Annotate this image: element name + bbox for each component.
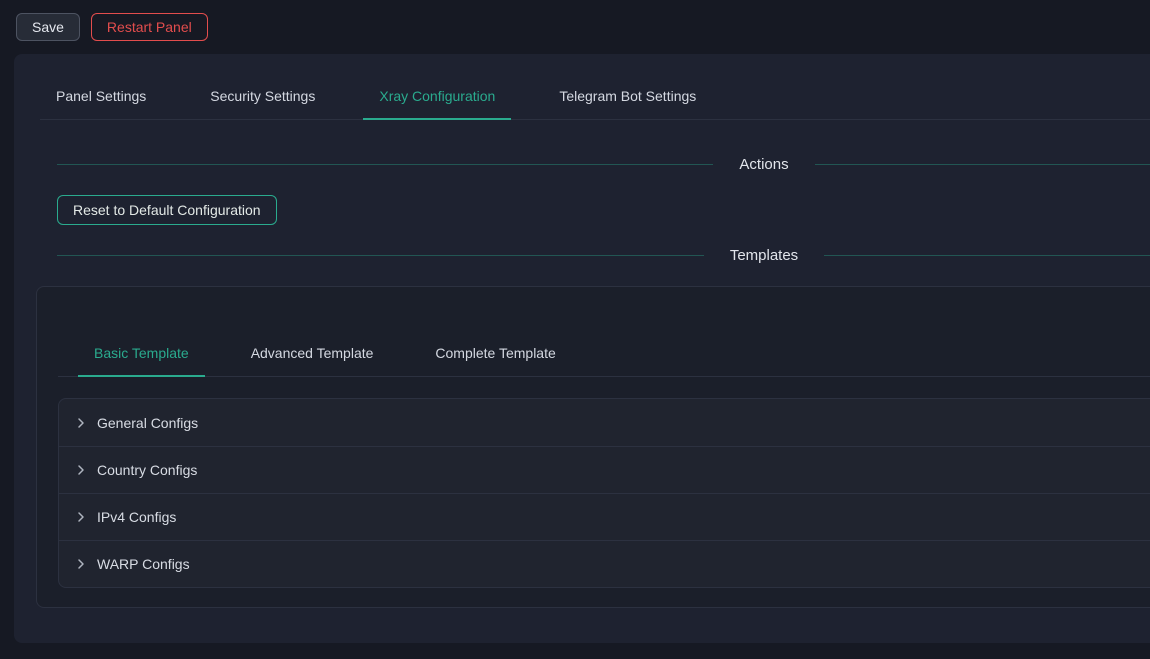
chevron-right-icon [75,417,87,429]
collapse-label: General Configs [97,415,198,431]
chevron-right-icon [75,511,87,523]
topbar: Save Restart Panel [0,0,1150,54]
templates-card: Basic Template Advanced Template Complet… [36,286,1150,608]
settings-card: Panel Settings Security Settings Xray Co… [14,54,1150,643]
actions-divider: Actions [57,156,1150,173]
collapse-label: Country Configs [97,462,197,478]
collapse-general-configs[interactable]: General Configs [59,399,1150,446]
template-tabs: Basic Template Advanced Template Complet… [58,333,1150,377]
main-tabs: Panel Settings Security Settings Xray Co… [40,76,1150,120]
configs-collapse: General Configs Country Configs IPv4 Con… [58,398,1150,588]
collapse-warp-configs[interactable]: WARP Configs [59,540,1150,587]
xray-configuration-panel: Actions Reset to Default Configuration T… [57,120,1150,608]
chevron-right-icon [75,464,87,476]
tab-telegram-bot-settings[interactable]: Telegram Bot Settings [543,76,712,119]
collapse-label: IPv4 Configs [97,509,176,525]
collapse-ipv4-configs[interactable]: IPv4 Configs [59,493,1150,540]
templates-divider: Templates [57,247,1150,264]
reset-default-configuration-button[interactable]: Reset to Default Configuration [57,195,277,225]
restart-panel-button[interactable]: Restart Panel [91,13,208,41]
collapse-label: WARP Configs [97,556,190,572]
tab-complete-template[interactable]: Complete Template [419,333,571,376]
actions-divider-label: Actions [713,156,814,173]
tab-panel-settings[interactable]: Panel Settings [40,76,162,119]
templates-divider-label: Templates [704,247,824,264]
collapse-country-configs[interactable]: Country Configs [59,446,1150,493]
save-button[interactable]: Save [16,13,80,41]
tab-advanced-template[interactable]: Advanced Template [235,333,390,376]
chevron-right-icon [75,558,87,570]
tab-xray-configuration[interactable]: Xray Configuration [363,76,511,119]
tab-security-settings[interactable]: Security Settings [194,76,331,119]
tab-basic-template[interactable]: Basic Template [78,333,205,376]
